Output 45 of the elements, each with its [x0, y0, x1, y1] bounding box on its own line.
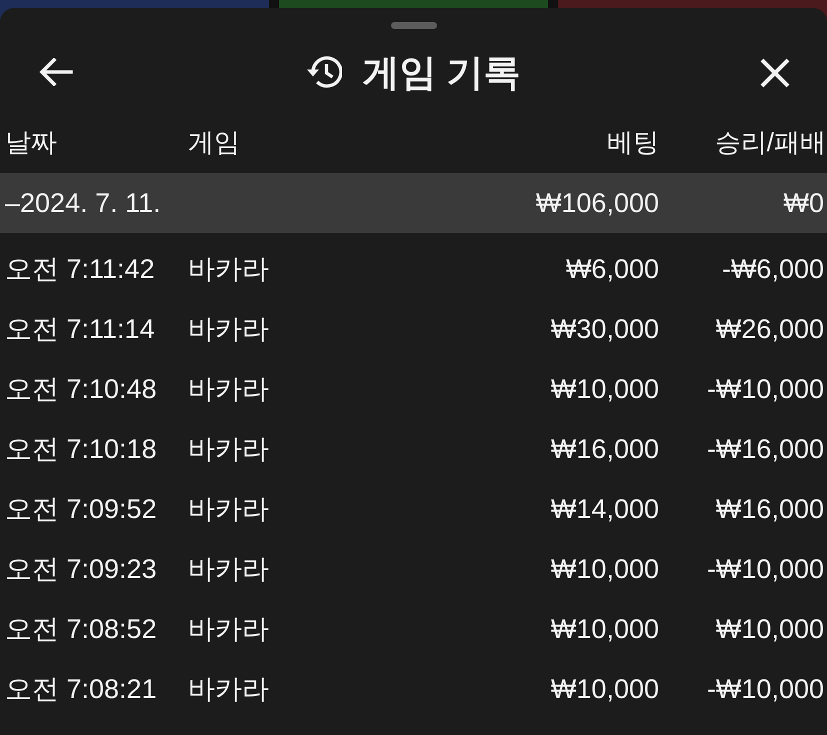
table-cell-text: 바카라 — [188, 432, 270, 466]
table-cell-text: -₩10,000 — [706, 672, 824, 706]
back-arrow-icon — [39, 58, 73, 86]
table-cell-text: 오전 7:10:18 — [5, 432, 158, 466]
drag-handle[interactable] — [390, 22, 436, 29]
table-cell-text: 오전 7:09:52 — [5, 492, 158, 526]
table-cell-text: ₩14,000 — [550, 492, 659, 526]
table-cell-text: 바카라 — [188, 492, 270, 526]
table-cell-text: -₩10,000 — [706, 552, 824, 586]
table-cell-text: 바카라 — [188, 612, 270, 646]
table-cell-text: 오전 7:11:14 — [5, 312, 156, 346]
table-cell-text: 오전 7:09:23 — [5, 552, 158, 586]
sheet-title: 게임 기록 — [362, 54, 521, 90]
column-header: 승리/패배 — [714, 126, 826, 158]
table-cell-text: ₩16,000 — [550, 432, 659, 466]
table-cell-text: ₩26,000 — [714, 312, 824, 346]
table-cell-text: 오전 7:10:48 — [5, 372, 158, 406]
table-cell-text: ₩30,000 — [550, 312, 659, 346]
table-cell-text: ₩10,000 — [550, 552, 659, 586]
table-cell-text: ₩10,000 — [550, 612, 659, 646]
table-cell-text: 바카라 — [188, 372, 270, 406]
table-cell-text: -₩6,000 — [720, 252, 824, 286]
table-cell-text: 오전 7:08:52 — [5, 612, 158, 646]
table-cell-text: 바카라 — [188, 252, 270, 286]
table-cell-text: 오전 7:11:42 — [5, 252, 156, 286]
date-group-row[interactable]: –2024. 7. 11. ₩106,000 ₩0 — [0, 173, 827, 233]
table-cell-text: ₩10,000 — [550, 372, 659, 406]
table-cell-text: ₩16,000 — [714, 492, 824, 526]
table-cell-text: ₩10,000 — [714, 612, 824, 646]
table-cell-text: ₩10,000 — [550, 672, 659, 706]
table-cell-text: 바카라 — [188, 312, 270, 346]
history-icon — [306, 55, 342, 89]
table-cell-text: 바카라 — [188, 672, 270, 706]
table-cell-text: –2024. 7. 11. — [5, 186, 162, 220]
table-cell-text: -₩10,000 — [706, 372, 824, 406]
table-cell-text: ₩6,000 — [564, 252, 659, 286]
close-icon — [759, 57, 791, 89]
table-cell-text: -₩16,000 — [706, 432, 824, 466]
table-cell-text: 오전 7:08:21 — [5, 672, 158, 706]
column-header: 게임 — [188, 126, 241, 158]
column-header: 날짜 — [5, 126, 58, 158]
table-cell-text: ₩106,000 — [534, 186, 659, 220]
table-cell-text: ₩0 — [782, 186, 824, 220]
table-cell-text: 바카라 — [188, 552, 270, 586]
column-header: 베팅 — [606, 126, 659, 158]
